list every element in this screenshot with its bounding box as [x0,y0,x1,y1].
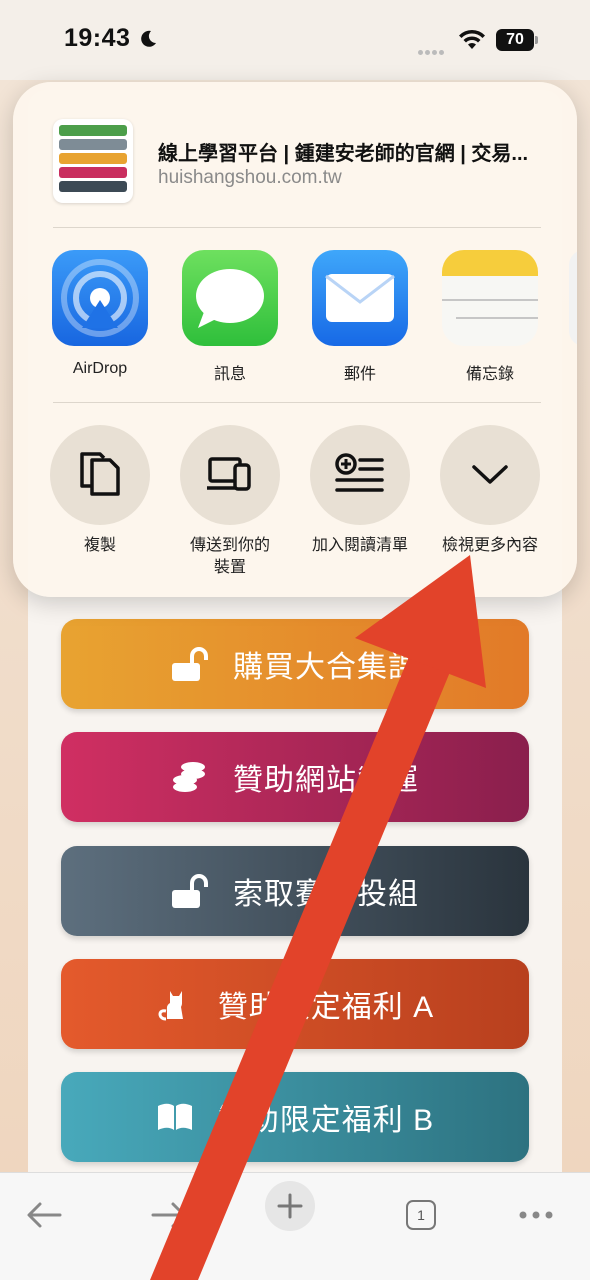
mail-icon [312,250,408,346]
button-label: 贊助限定福利 B [217,1104,435,1137]
bottom-toolbar: 1 [0,1172,590,1280]
book-icon [157,1103,192,1130]
send-to-devices-icon [180,425,280,525]
more-menu-button[interactable] [506,1185,566,1245]
action-label: 檢視更多內容 [441,537,538,554]
page-thumbnail [53,119,133,203]
back-button[interactable] [14,1185,74,1245]
wifi-icon [459,29,485,49]
add-reading-list-action[interactable]: 加入閱讀清單 [295,425,425,557]
sponsor-benefit-a-button[interactable]: 贊助限定福利 A [61,959,529,1049]
status-bar: 19:43 70 [0,0,590,80]
next-app-icon-partial [569,250,577,346]
plus-icon [277,1193,303,1219]
action-label: 傳送到你的 裝置 [189,537,270,576]
share-app-messages[interactable]: 訊息 [180,250,280,384]
battery-icon: 70 [496,29,538,51]
action-label: 複製 [83,537,116,554]
copy-icon [50,425,150,525]
unlock-icon [172,874,208,908]
notes-icon [442,250,538,346]
sponsor-website-button[interactable]: 贊助網站營運 [61,732,529,822]
share-sheet: 線上學習平台 | 鍾建安老師的官網 | 交易... huishangshou.c… [13,82,577,597]
forward-arrow-icon [151,1202,186,1228]
back-arrow-icon [27,1202,62,1228]
new-tab-button[interactable] [265,1181,315,1231]
button-label: 贊助網站營運 [233,764,419,797]
app-label: AirDrop [72,360,128,377]
cellular-signal-icon [418,42,446,60]
divider [53,227,541,228]
cat-icon [158,991,183,1021]
more-dots-icon [519,1211,553,1219]
moon-icon [141,30,156,47]
app-label: 訊息 [213,366,246,383]
divider [53,402,541,403]
battery-level: 70 [496,29,534,51]
buy-course-button[interactable]: 購買大合集課 [61,619,529,709]
add-reading-list-icon [310,425,410,525]
request-portfolio-button[interactable]: 索取賽馬投組 [61,846,529,936]
tab-count: 1 [406,1200,436,1230]
tabs-button[interactable]: 1 [391,1185,451,1245]
unlock-icon [172,647,208,681]
app-label: 郵件 [343,366,376,383]
action-label: 加入閱讀清單 [311,537,408,554]
sponsor-benefit-b-button[interactable]: 贊助限定福利 B [61,1072,529,1162]
copy-action[interactable]: 複製 [35,425,165,557]
button-label: 贊助限定福利 A [217,991,435,1024]
coins-icon [173,762,205,792]
share-page-title: 線上學習平台 | 鍾建安老師的官網 | 交易... [158,143,529,165]
share-app-mail[interactable]: 郵件 [310,250,410,384]
share-page-url: huishangshou.com.tw [158,167,342,188]
share-app-notes[interactable]: 備忘錄 [440,250,540,384]
app-label: 備忘錄 [465,366,514,383]
button-label: 購買大合集課 [233,651,419,684]
forward-button[interactable] [139,1185,199,1245]
airdrop-icon [52,250,148,346]
button-label: 索取賽馬投組 [233,878,419,911]
share-app-airdrop[interactable]: AirDrop [50,250,150,378]
view-more-action[interactable]: 檢視更多內容 [425,425,555,557]
chevron-down-icon [440,425,540,525]
status-time: 19:43 [64,24,131,52]
messages-icon [182,250,278,346]
send-to-devices-action[interactable]: 傳送到你的 裝置 [165,425,295,579]
